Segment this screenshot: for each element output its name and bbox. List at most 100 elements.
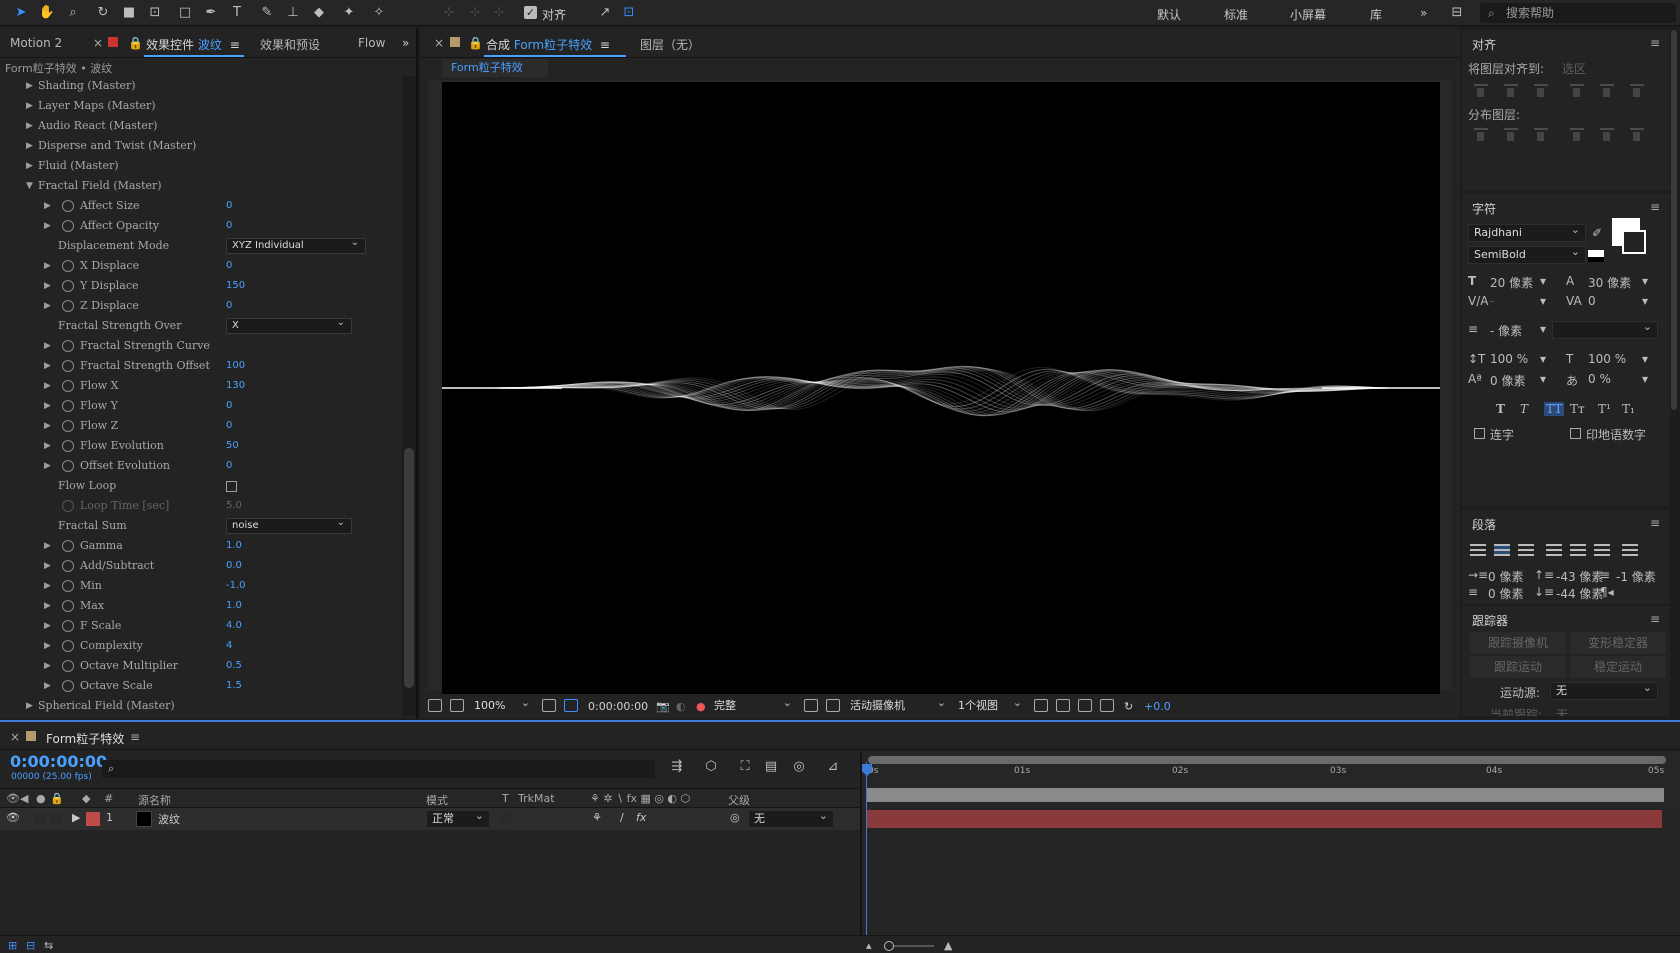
transfer-controls-toggle-icon[interactable]: ⊟ [26, 939, 35, 952]
param-value[interactable]: 150 [226, 276, 245, 296]
stroke-width-value[interactable]: - 像素 [1490, 322, 1522, 339]
timeline-search-input[interactable]: ⌕ [102, 760, 655, 778]
param-value[interactable]: 0 [226, 196, 232, 216]
black-white-swatch[interactable] [1588, 250, 1604, 262]
effect-param-row[interactable]: ▶ Gamma 1.0 [0, 536, 400, 556]
align-vcenter-icon[interactable] [1600, 84, 1614, 98]
effect-param-row[interactable]: ▶ Flow X 130 [0, 376, 400, 396]
current-track-dropdown[interactable]: 无 [1556, 706, 1568, 716]
region-of-interest-icon[interactable] [804, 699, 818, 712]
stroke-width-dropdown-icon[interactable]: ▾ [1540, 322, 1546, 336]
character-menu-icon[interactable]: ≡ [1650, 200, 1660, 214]
composition-viewer[interactable] [442, 82, 1440, 695]
expand-triangle-icon[interactable]: ▶ [26, 696, 33, 716]
param-expand-icon[interactable]: ▶ [44, 576, 51, 596]
workspace-sync-icon[interactable]: ⊟ [1448, 4, 1466, 22]
effect-param-row[interactable]: ▶ Flow Z 0 [0, 416, 400, 436]
align-right-icon[interactable] [1534, 84, 1548, 98]
snap-target-icon[interactable]: ⊡ [620, 4, 638, 22]
align-center-text-icon[interactable] [1494, 544, 1510, 556]
tracker-menu-icon[interactable]: ≡ [1650, 612, 1660, 626]
stopwatch-icon[interactable] [62, 340, 74, 352]
expand-triangle-icon[interactable]: ▶ [26, 136, 33, 156]
effect-group-row[interactable]: ▶ Spherical Field (Master) [0, 696, 400, 716]
search-help-field[interactable]: ⌕ 搜索帮助 [1480, 3, 1676, 23]
flowchart-icon[interactable] [1100, 699, 1114, 712]
param-expand-icon[interactable]: ▶ [44, 196, 51, 216]
transparency-grid-icon[interactable] [826, 699, 840, 712]
tab-project[interactable]: Motion 2 [10, 36, 62, 50]
stopwatch-icon[interactable] [62, 600, 74, 612]
space-before-value[interactable]: -43 像素 [1556, 568, 1603, 585]
distribute-top-icon[interactable] [1474, 128, 1488, 142]
vertical-scale-dropdown-icon[interactable]: ▾ [1540, 352, 1546, 366]
lock-icon[interactable]: 🔒 [128, 36, 143, 50]
snap-checkbox[interactable]: ✓ [524, 6, 537, 19]
stopwatch-icon[interactable] [62, 360, 74, 372]
param-expand-icon[interactable]: ▶ [44, 556, 51, 576]
motion-source-dropdown[interactable]: 无 [1550, 680, 1658, 700]
close-tab-icon[interactable]: × [93, 36, 103, 50]
effect-param-row[interactable]: ▶ Flow Y 0 [0, 396, 400, 416]
tab-effect-controls[interactable]: 效果控件 波纹 ≡ [146, 36, 240, 53]
effects-scrollbar[interactable] [402, 76, 416, 716]
eraser-tool-icon[interactable]: ◆ [310, 4, 328, 22]
param-expand-icon[interactable]: ▶ [44, 276, 51, 296]
draft-3d-icon[interactable]: ⬡ [702, 758, 720, 776]
timeline-current-time[interactable]: 0:00:00:00 [10, 752, 107, 771]
views-dropdown[interactable]: 1个视图 [958, 694, 1022, 715]
font-style-dropdown[interactable]: SemiBold [1468, 244, 1586, 264]
effect-param-row[interactable]: Fractal Sum noise [0, 516, 400, 536]
parent-pickwhip-icon[interactable]: ◎ [730, 811, 740, 824]
monitor-icon[interactable] [450, 699, 464, 712]
effect-group-row[interactable]: ▶ Disperse and Twist (Master) [0, 136, 400, 156]
stroke-color-swatch[interactable] [1622, 230, 1646, 254]
text-direction-icon[interactable]: ¶◂ [1600, 585, 1614, 599]
hindi-digits-checkbox[interactable] [1570, 428, 1581, 439]
kerning-dropdown-icon[interactable]: ▾ [1540, 294, 1546, 308]
baseline-shift-dropdown-icon[interactable]: ▾ [1540, 372, 1546, 386]
effect-group-row[interactable]: ▶ Layer Maps (Master) [0, 96, 400, 116]
effect-param-row[interactable]: ▶ Min -1.0 [0, 576, 400, 596]
param-value[interactable]: 0.5 [226, 656, 242, 676]
font-size-dropdown-icon[interactable]: ▾ [1540, 274, 1546, 288]
video-toggle-icon[interactable]: 👁 [6, 792, 20, 805]
stroke-style-dropdown[interactable] [1552, 319, 1658, 339]
align-left-text-icon[interactable] [1470, 544, 1486, 556]
justify-all-icon[interactable] [1622, 544, 1638, 556]
effect-param-row[interactable]: ▶ Fractal Strength Offset 100 [0, 356, 400, 376]
axis-view-icon[interactable]: ⊹ [490, 4, 508, 22]
all-caps-button[interactable]: TT [1544, 402, 1565, 416]
close-comp-tab-icon[interactable]: × [434, 36, 444, 50]
puppet-tool-icon[interactable]: ✧ [370, 4, 388, 22]
param-expand-icon[interactable]: ▶ [44, 256, 51, 276]
toggle-pixel-aspect-icon[interactable] [1034, 699, 1048, 712]
layer-preserve-transparency[interactable] [500, 813, 512, 825]
effect-param-row[interactable]: ▶ Fractal Strength Curve [0, 336, 400, 356]
right-scroll-thumb[interactable] [1671, 30, 1677, 410]
effect-param-row[interactable]: ▶ Max 1.0 [0, 596, 400, 616]
tab-menu-icon[interactable]: ≡ [230, 38, 240, 52]
comp-lock-icon[interactable]: 🔒 [468, 36, 483, 50]
layer-shy-icon[interactable]: ⚘ [592, 811, 602, 824]
pan-behind-tool-icon[interactable]: ⊡ [146, 4, 164, 22]
param-expand-icon[interactable]: ▶ [44, 636, 51, 656]
param-dropdown[interactable]: X [226, 316, 352, 334]
column-source-name[interactable]: 源名称 [138, 792, 171, 808]
param-expand-icon[interactable]: ▶ [44, 536, 51, 556]
indent-right-value[interactable]: -1 像素 [1616, 568, 1656, 585]
stopwatch-icon[interactable] [62, 580, 74, 592]
faux-italic-button[interactable]: T [1520, 402, 1528, 416]
align-to-dropdown[interactable]: 选区 [1562, 60, 1586, 77]
layer-duration-bar[interactable] [866, 810, 1662, 828]
effect-param-row[interactable]: ▶ F Scale 4.0 [0, 616, 400, 636]
faux-bold-button[interactable]: T [1496, 402, 1505, 416]
layer-solo-box[interactable] [50, 813, 62, 825]
timeline-icon[interactable] [1078, 699, 1092, 712]
effect-group-row[interactable]: ▶ Fluid (Master) [0, 156, 400, 176]
hand-tool-icon[interactable]: ✋ [38, 4, 56, 22]
show-snapshot-icon[interactable]: ◐ [676, 700, 686, 713]
leading-value[interactable]: 30 像素 [1588, 274, 1631, 291]
exposure-value[interactable]: +0.0 [1144, 700, 1171, 713]
close-timeline-tab-icon[interactable]: × [10, 730, 20, 744]
